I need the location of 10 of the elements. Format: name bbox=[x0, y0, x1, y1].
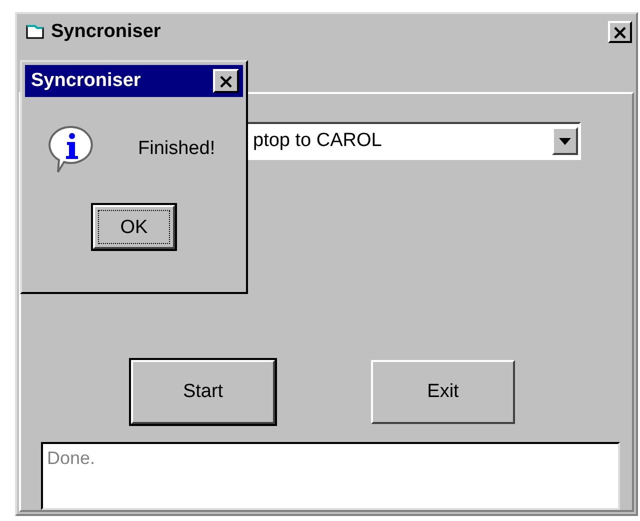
ok-button[interactable]: OK bbox=[93, 205, 175, 249]
dialog-message: Finished! bbox=[138, 138, 216, 160]
close-button[interactable]: × bbox=[608, 21, 632, 43]
start-button[interactable]: Start bbox=[131, 360, 275, 424]
window-icon bbox=[25, 23, 45, 41]
window-title: Syncroniser bbox=[51, 21, 162, 43]
exit-button[interactable]: Exit bbox=[371, 360, 515, 424]
status-field: Done. bbox=[41, 442, 620, 510]
dialog-close-button[interactable]: × bbox=[213, 69, 239, 93]
dialog-title: Syncroniser bbox=[31, 70, 142, 92]
